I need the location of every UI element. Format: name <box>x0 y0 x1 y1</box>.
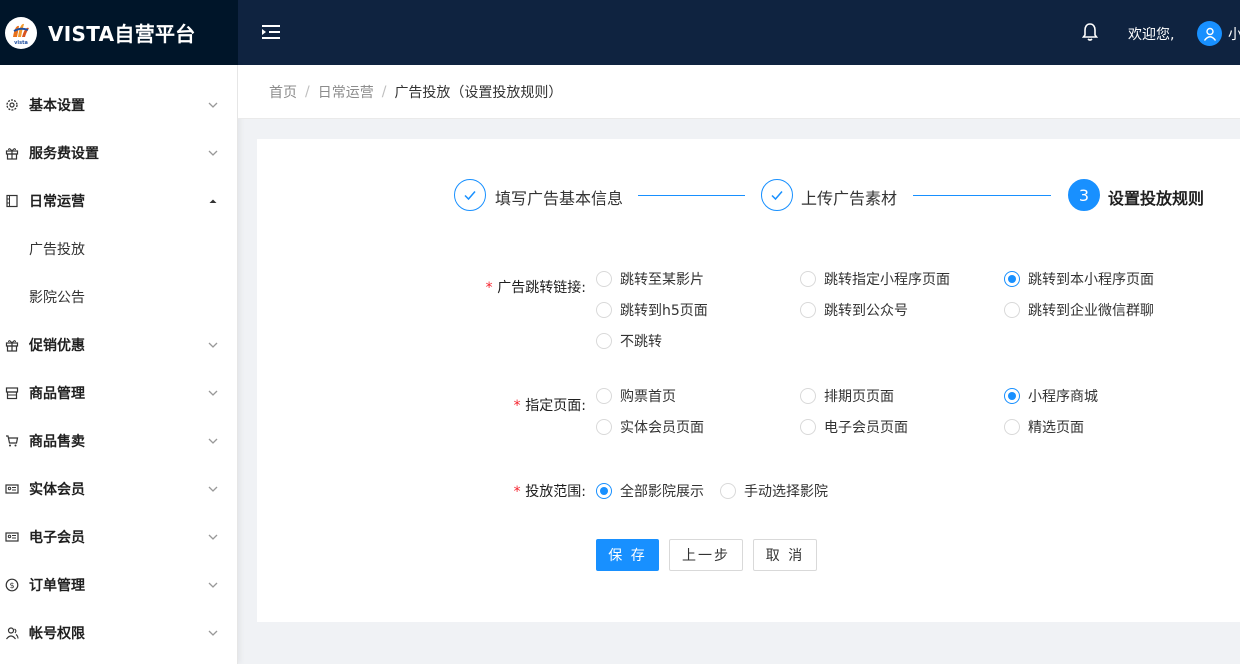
user-avatar[interactable] <box>1197 21 1222 46</box>
save-button[interactable]: 保 存 <box>596 539 659 571</box>
username[interactable]: 小 <box>1228 24 1240 44</box>
member-card-icon <box>5 482 19 496</box>
sidebar-item-daily-operation[interactable]: 日常运营 <box>0 177 237 225</box>
brand-logo: vista <box>5 16 37 49</box>
radio-circle <box>720 483 736 499</box>
menu-fold-icon[interactable] <box>260 22 282 42</box>
chevron-down-icon <box>208 582 218 588</box>
dollar-icon: $ <box>5 578 19 592</box>
step-2-check-icon <box>761 179 793 211</box>
radio-scope-select-cinemas[interactable]: 手动选择影院 <box>720 481 828 501</box>
chevron-down-icon <box>208 102 218 108</box>
chevron-down-icon <box>208 390 218 396</box>
chevron-down-icon <box>208 342 218 348</box>
step-2-title: 上传广告素材 <box>801 189 898 208</box>
radio-circle <box>596 302 612 318</box>
scope-label: * 投放范围: <box>512 484 586 500</box>
users-icon <box>5 626 19 640</box>
gift-icon <box>5 338 19 352</box>
chevron-up-icon <box>209 199 217 203</box>
svg-text:vista: vista <box>14 40 28 46</box>
sidebar-item-physical-members[interactable]: 实体会员 <box>0 465 237 513</box>
film-icon <box>5 194 19 208</box>
radio-circle <box>800 271 816 287</box>
sidebar-subitem-cinema-notice[interactable]: 影院公告 <box>0 273 237 321</box>
radio-page-schedule[interactable]: 排期页页面 <box>800 386 894 406</box>
radio-circle <box>800 419 816 435</box>
step-1-title: 填写广告基本信息 <box>495 189 624 208</box>
sidebar-item-service-fee[interactable]: 服务费设置 <box>0 129 237 177</box>
radio-circle <box>596 333 612 349</box>
radio-page-featured[interactable]: 精选页面 <box>1004 417 1084 437</box>
radio-jump-h5[interactable]: 跳转到h5页面 <box>596 300 708 320</box>
step-1-check-icon <box>454 179 486 211</box>
chevron-down-icon <box>208 630 218 636</box>
sidebar-menu: 基本设置 服务费设置 日常运营 广告投放 影院公告 促销优惠 商品管理 商品售卖… <box>0 65 238 664</box>
radio-jump-official-account[interactable]: 跳转到公众号 <box>800 300 908 320</box>
breadcrumb-current: 广告投放（设置投放规则） <box>394 84 563 101</box>
breadcrumb-daily-operation[interactable]: 日常运营 <box>318 82 374 102</box>
radio-circle <box>596 483 612 499</box>
step-3-title: 设置投放规则 <box>1108 189 1205 208</box>
sidebar-item-e-members[interactable]: 电子会员 <box>0 513 237 561</box>
radio-circle <box>1004 271 1020 287</box>
sidebar-subitem-ad-placement[interactable]: 广告投放 <box>0 225 237 273</box>
radio-no-jump[interactable]: 不跳转 <box>596 331 662 351</box>
breadcrumb-home[interactable]: 首页 <box>269 82 297 102</box>
radio-page-mall[interactable]: 小程序商城 <box>1004 386 1098 406</box>
radio-scope-all-cinemas[interactable]: 全部影院展示 <box>596 481 704 501</box>
cancel-button[interactable]: 取 消 <box>753 539 817 571</box>
radio-circle <box>1004 388 1020 404</box>
radio-jump-movie[interactable]: 跳转至某影片 <box>596 269 704 289</box>
radio-circle <box>800 302 816 318</box>
breadcrumb-separator: / <box>305 83 310 100</box>
radio-jump-own-page[interactable]: 跳转到本小程序页面 <box>1004 269 1154 289</box>
cart-icon <box>5 434 19 448</box>
gift-icon <box>5 146 19 160</box>
sidebar-item-product-management[interactable]: 商品管理 <box>0 369 237 417</box>
radio-page-physical-member[interactable]: 实体会员页面 <box>596 417 704 437</box>
logo-area: vista VISTA自营平台 <box>0 0 238 65</box>
breadcrumb-separator: / <box>381 83 387 100</box>
sidebar-item-orders[interactable]: $ 订单管理 <box>0 561 237 609</box>
radio-circle <box>596 388 612 404</box>
radio-page-ticket-home[interactable]: 购票首页 <box>596 386 676 406</box>
target-page-label: * 指定页面: <box>512 398 586 414</box>
sidebar-item-product-sales[interactable]: 商品售卖 <box>0 417 237 465</box>
chevron-down-icon <box>208 438 218 444</box>
chevron-down-icon <box>208 150 218 156</box>
radio-page-e-member[interactable]: 电子会员页面 <box>800 417 908 437</box>
gear-icon <box>5 98 19 112</box>
radio-circle <box>1004 302 1020 318</box>
svg-text:$: $ <box>9 581 14 590</box>
radio-circle <box>800 388 816 404</box>
chevron-down-icon <box>208 534 218 540</box>
prev-step-button[interactable]: 上一步 <box>669 539 743 571</box>
breadcrumb: 首页 / 日常运营 / 广告投放（设置投放规则） <box>238 65 1240 119</box>
store-icon <box>5 386 19 400</box>
radio-circle <box>1004 419 1020 435</box>
sidebar-item-promotions[interactable]: 促销优惠 <box>0 321 237 369</box>
sidebar-item-basic-settings[interactable]: 基本设置 <box>0 81 237 129</box>
sidebar-item-account-permissions[interactable]: 帐号权限 <box>0 609 237 657</box>
step-3-number: 3 <box>1068 179 1100 211</box>
bell-icon[interactable] <box>1079 21 1101 43</box>
main-card: 填写广告基本信息 上传广告素材 3 设置投放规则 * 广告跳转链接: 跳转至某影片… <box>257 139 1240 622</box>
chevron-down-icon <box>208 486 218 492</box>
app-title: VISTA自营平台 <box>48 22 196 46</box>
radio-jump-mini-program[interactable]: 跳转指定小程序页面 <box>800 269 950 289</box>
step-connector <box>913 195 1051 196</box>
top-header: vista VISTA自营平台 欢迎您, 小 <box>0 0 1240 65</box>
jump-link-label: * 广告跳转链接: <box>484 280 586 296</box>
welcome-text: 欢迎您, <box>1128 27 1175 43</box>
radio-circle <box>596 271 612 287</box>
step-connector <box>638 195 745 196</box>
radio-jump-wecom-group[interactable]: 跳转到企业微信群聊 <box>1004 300 1154 320</box>
user-icon <box>1203 27 1216 41</box>
radio-circle <box>596 419 612 435</box>
brand-logo-icon: vista <box>6 17 36 48</box>
member-card-icon <box>5 530 19 544</box>
